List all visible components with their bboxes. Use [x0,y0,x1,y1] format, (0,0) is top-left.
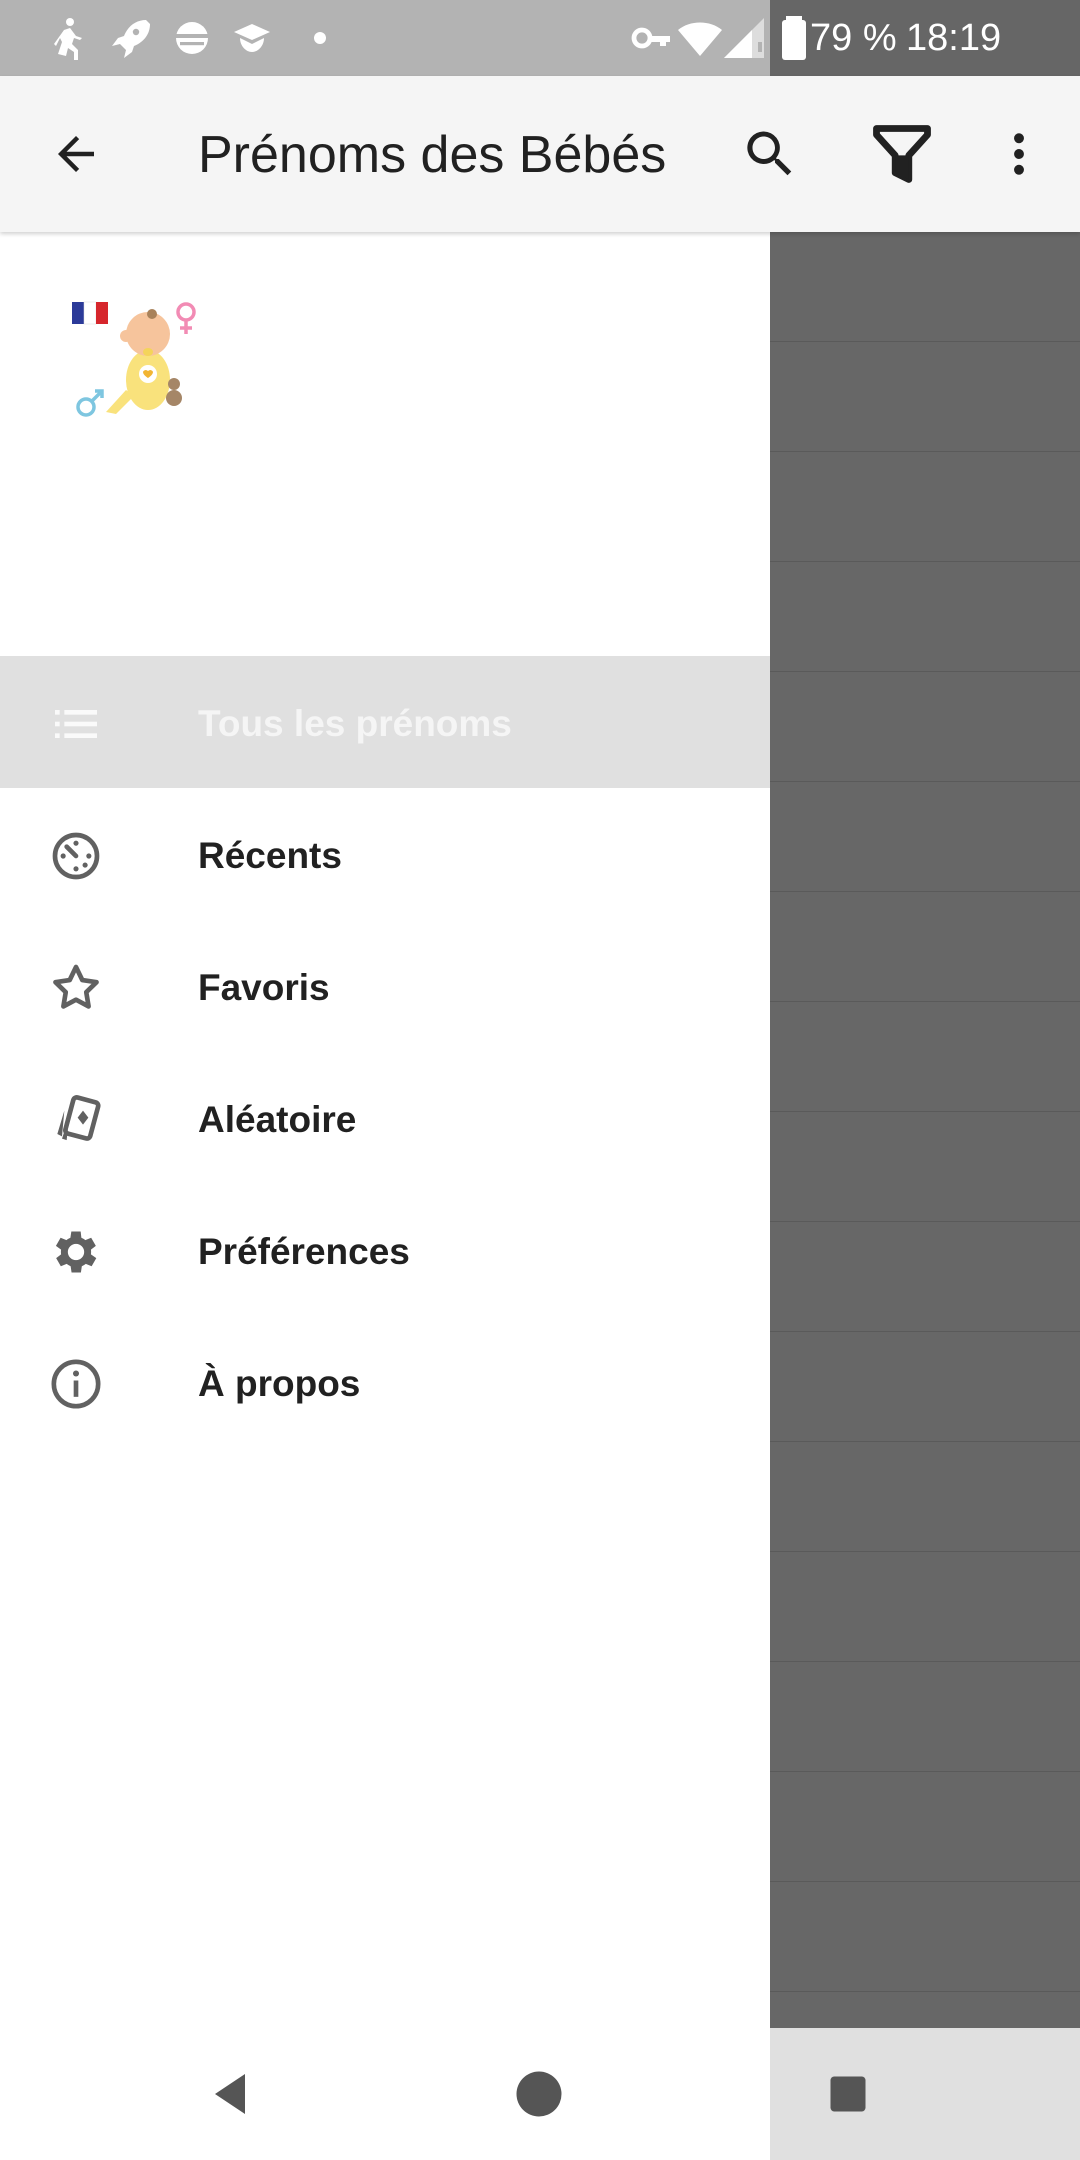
list-row [770,1992,1080,2028]
drawer-item-recents[interactable]: Récents [0,788,770,920]
cards-icon [48,1092,104,1148]
search-button[interactable] [726,110,814,198]
list-row [770,1112,1080,1222]
drawer-item-favorites[interactable]: Favoris [0,920,770,1052]
history-icon [48,828,104,884]
gear-icon [48,1224,104,1280]
list-row [770,342,1080,452]
star-icon [48,960,104,1016]
drawer-header [0,232,770,656]
walking-icon [44,14,92,62]
drawer-item-label: Favoris [198,967,330,1008]
nav-bar-shaded-region [770,2028,1080,2160]
drawer-item-random[interactable]: Aléatoire [0,1052,770,1184]
back-arrow-icon [49,127,103,181]
list-row [770,1662,1080,1772]
list-row [770,1442,1080,1552]
drawer-item-label: Aléatoire [198,1099,357,1140]
app-bar: Prénoms des Bébés [0,76,1080,232]
list-row [770,1772,1080,1882]
filter-button[interactable] [858,110,946,198]
drawer-item-label: À propos [198,1363,361,1404]
drawer-scrim[interactable] [770,232,1080,2028]
back-button[interactable] [32,110,120,198]
list-row [770,562,1080,672]
list-row [770,782,1080,892]
navigation-drawer: Tous les prénoms Récents Favoris Aléatoi… [0,232,770,2028]
filter-icon [868,120,936,188]
system-nav-bar [0,2028,1080,2160]
cloud-hat-icon [228,14,276,62]
list-row [770,892,1080,1002]
list-row [770,232,1080,342]
planet-icon [168,14,216,62]
nav-back-icon[interactable] [200,2064,260,2124]
drawer-menu: Tous les prénoms Récents Favoris Aléatoi… [0,656,770,1448]
list-row [770,1222,1080,1332]
wifi-icon [676,14,724,62]
info-icon [48,1356,104,1412]
more-options-button[interactable] [975,110,1063,198]
rocket-icon [106,14,154,62]
search-icon [740,124,800,184]
drawer-item-all-names[interactable]: Tous les prénoms [0,656,770,788]
battery-percent: 79 % [810,17,897,59]
drawer-item-label: Tous les prénoms [198,703,512,744]
status-bar: 79 % 18:19 [0,0,1080,76]
dot-icon [296,14,344,62]
list-row [770,1882,1080,1992]
page-title: Prénoms des Bébés [198,126,667,184]
status-time: 18:19 [906,17,1002,59]
vpn-key-icon [628,14,676,62]
drawer-item-preferences[interactable]: Préférences [0,1184,770,1316]
drawer-item-label: Préférences [198,1231,410,1272]
list-row [770,1002,1080,1112]
drawer-item-label: Récents [198,835,342,876]
signal-icon [720,14,768,62]
list-row [770,1332,1080,1442]
nav-home-icon[interactable] [509,2064,569,2124]
list-row [770,452,1080,562]
list-icon [48,696,104,752]
drawer-item-about[interactable]: À propos [0,1316,770,1448]
nav-recents-icon[interactable] [818,2064,878,2124]
list-row [770,672,1080,782]
baby-logo-icon [66,294,206,424]
list-row [770,1552,1080,1662]
more-vert-icon [992,127,1046,181]
